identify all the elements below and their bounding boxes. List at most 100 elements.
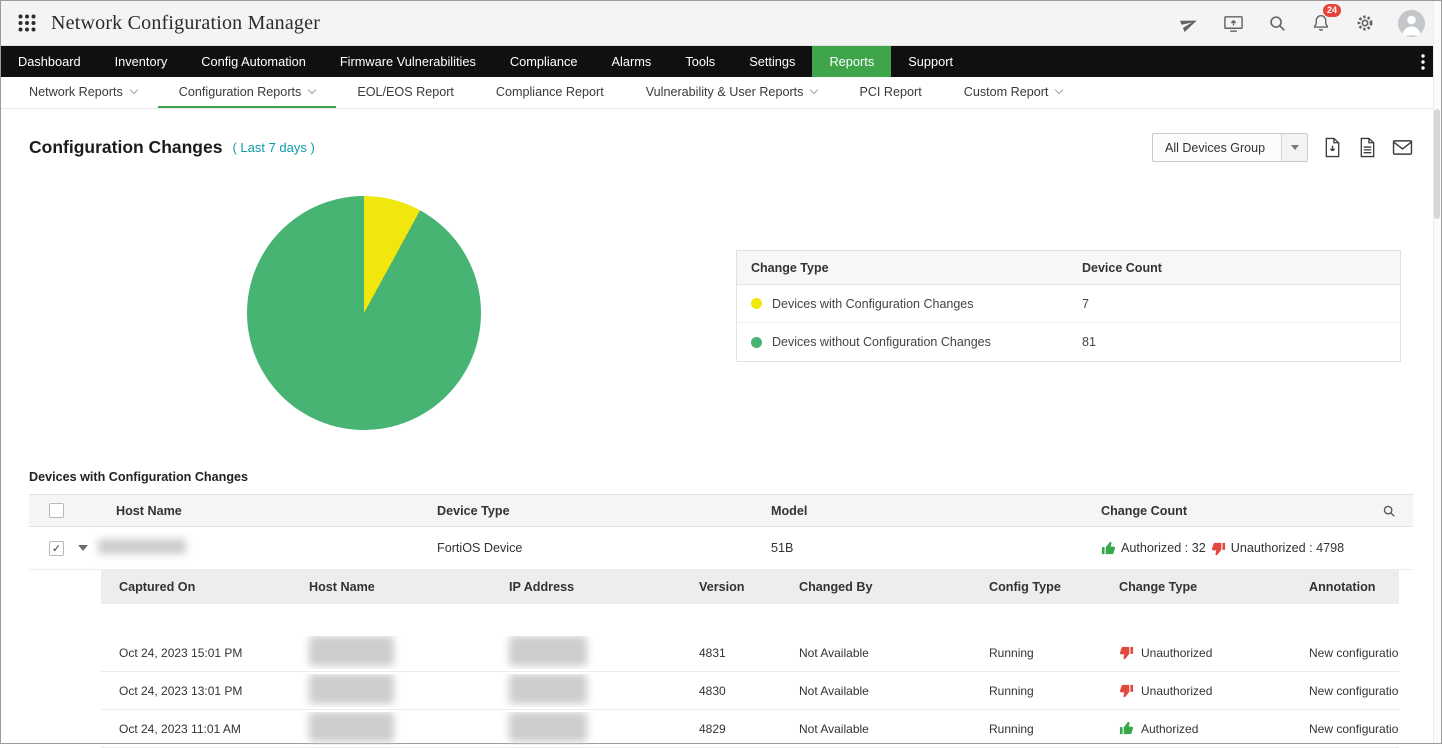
send-icon[interactable]	[1178, 12, 1200, 34]
legend-header-change-type: Change Type	[751, 260, 829, 275]
nav-item-dashboard[interactable]: Dashboard	[1, 46, 98, 77]
reports-subnav: Network Reports Configuration Reports EO…	[1, 77, 1441, 109]
legend-count: 7	[1082, 296, 1089, 311]
subnav-pci-report[interactable]: PCI Report	[838, 77, 942, 108]
change-type-thumb-icon	[1119, 683, 1134, 698]
nav-item-settings[interactable]: Settings	[732, 46, 812, 77]
detail-row[interactable]: Oct 24, 2023 11:01 AM 4829 Not Available…	[101, 710, 1399, 748]
unauthorized-count: Unauthorized : 4798	[1230, 541, 1345, 555]
redacted-ip-address	[509, 636, 587, 666]
user-avatar[interactable]	[1398, 9, 1425, 37]
expand-row-icon[interactable]	[78, 545, 88, 551]
select-caret[interactable]	[1281, 134, 1307, 161]
notification-badge: 24	[1322, 4, 1341, 17]
subnav-label: Network Reports	[29, 84, 123, 99]
detail-row[interactable]: Oct 24, 2023 13:01 PM 4830 Not Available…	[101, 672, 1399, 710]
nav-item-config-automation[interactable]: Config Automation	[184, 46, 323, 77]
devices-table-header: Host Name Device Type Model Change Count	[29, 494, 1413, 527]
scrollbar-thumb[interactable]	[1434, 109, 1440, 219]
pdf-export-icon[interactable]	[1321, 137, 1343, 159]
select-all-checkbox[interactable]	[49, 503, 64, 518]
top-header: Network Configuration Manager 24	[1, 1, 1441, 46]
subnav-label: PCI Report	[859, 84, 922, 99]
devices-section-title: Devices with Configuration Changes	[29, 470, 249, 484]
legend-row-without-changes: Devices without Configuration Changes 81	[737, 323, 1400, 361]
nav-item-inventory[interactable]: Inventory	[98, 46, 185, 77]
pie-chart	[247, 196, 481, 430]
subnav-label: Compliance Report	[495, 84, 604, 99]
col-change-type: Change Type	[1119, 580, 1198, 594]
change-count-cell: Authorized : 32 Unauthorized : 4798	[1101, 541, 1365, 556]
page-header: Configuration Changes ( Last 7 days ) Al…	[1, 109, 1441, 162]
subnav-label: EOL/EOS Report	[357, 84, 454, 99]
captured-on-value: Oct 24, 2023 11:01 AM	[119, 721, 241, 736]
subnav-network-reports[interactable]: Network Reports	[8, 77, 158, 108]
chevron-down-icon	[810, 85, 819, 95]
detail-spacer	[101, 604, 1399, 634]
config-type-value: Running	[989, 645, 1034, 660]
legend-row-with-changes: Devices with Configuration Changes 7	[737, 285, 1400, 323]
subnav-custom-report[interactable]: Custom Report	[943, 77, 1084, 108]
subnav-eol-eos-report[interactable]: EOL/EOS Report	[336, 77, 475, 108]
nav-item-tools[interactable]: Tools	[668, 46, 732, 77]
annotation-value: New configuration	[1309, 721, 1399, 736]
col-change-count: Change Count	[1101, 503, 1188, 518]
detail-row[interactable]: Oct 24, 2023 15:01 PM 4831 Not Available…	[101, 634, 1399, 672]
csv-export-icon[interactable]	[1356, 137, 1378, 159]
redacted-host-name	[309, 712, 394, 742]
col-host-name: Host Name	[116, 503, 182, 518]
device-type-value: FortiOS Device	[437, 541, 523, 555]
col-model: Model	[771, 503, 808, 518]
version-value: 4831	[699, 645, 726, 660]
subnav-compliance-report[interactable]: Compliance Report	[475, 77, 625, 108]
subnav-configuration-reports[interactable]: Configuration Reports	[157, 77, 337, 108]
apps-grid-icon[interactable]	[17, 13, 37, 33]
redacted-ip-address	[509, 712, 587, 742]
nav-item-firmware-vulnerabilities[interactable]: Firmware Vulnerabilities	[323, 46, 493, 77]
chevron-down-icon	[129, 85, 139, 95]
report-period: ( Last 7 days )	[232, 140, 315, 155]
email-report-icon[interactable]	[1391, 137, 1413, 159]
legend-table: Change Type Device Count Devices with Co…	[736, 250, 1401, 362]
notifications-icon[interactable]: 24	[1310, 4, 1341, 34]
annotation-value: New configuration	[1309, 683, 1399, 698]
legend-dot-yellow	[751, 298, 762, 309]
row-checkbox[interactable]: ✓	[49, 540, 64, 556]
search-icon[interactable]	[1266, 12, 1288, 34]
version-value: 4829	[699, 721, 726, 736]
redacted-host-name	[309, 674, 394, 704]
nav-item-support[interactable]: Support	[891, 46, 970, 77]
device-group-select[interactable]: All Devices Group	[1152, 133, 1308, 162]
nav-item-reports[interactable]: Reports	[812, 46, 892, 77]
version-value: 4830	[699, 683, 726, 698]
model-value: 51B	[771, 541, 794, 555]
subnav-vulnerability-user-reports[interactable]: Vulnerability & User Reports	[625, 77, 839, 108]
legend-dot-green	[751, 336, 762, 348]
caret-down-icon	[1290, 145, 1299, 150]
subnav-label: Custom Report	[963, 84, 1049, 99]
config-type-value: Running	[989, 683, 1034, 698]
header-icon-group: 24	[1178, 4, 1425, 37]
col-host-name: Host Name	[309, 580, 375, 594]
chevron-down-icon	[308, 85, 317, 95]
redacted-host-name	[309, 636, 394, 666]
redacted-ip-address	[509, 674, 587, 704]
device-row[interactable]: ✓ FortiOS Device 51B Authorized : 32 Una…	[29, 527, 1413, 570]
col-device-type: Device Type	[437, 503, 510, 518]
captured-on-value: Oct 24, 2023 15:01 PM	[119, 645, 243, 660]
screen-share-icon[interactable]	[1222, 12, 1244, 34]
change-type-thumb-icon	[1119, 721, 1134, 736]
settings-gear-icon[interactable]	[1354, 12, 1376, 34]
thumb-up-icon	[1101, 541, 1116, 556]
col-captured-on: Captured On	[119, 580, 196, 594]
col-changed-by: Changed By	[799, 580, 873, 594]
table-search-icon[interactable]	[1365, 504, 1413, 518]
subnav-label: Configuration Reports	[178, 84, 302, 99]
changed-by-value: Not Available	[799, 645, 869, 660]
nav-item-compliance[interactable]: Compliance	[493, 46, 595, 77]
authorized-count: Authorized : 32	[1121, 541, 1206, 555]
annotation-value: New configuration	[1309, 645, 1399, 660]
scrollbar-track[interactable]	[1433, 1, 1441, 743]
change-type-value: Unauthorized	[1141, 683, 1213, 698]
nav-item-alarms[interactable]: Alarms	[594, 46, 668, 77]
